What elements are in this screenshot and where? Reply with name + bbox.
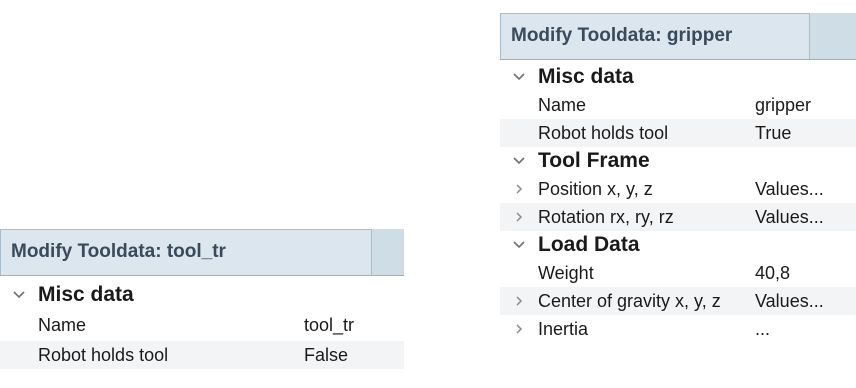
- property-row-center-of-gravity[interactable]: Center of gravity x, y, z Values...: [500, 287, 856, 315]
- chevron-right-icon[interactable]: [512, 203, 526, 231]
- group-load-data[interactable]: Load Data: [500, 231, 856, 259]
- tab-modify-tooldata-tool-tr[interactable]: Modify Tooldata: tool_tr: [0, 229, 372, 275]
- property-row-position[interactable]: Position x, y, z Values...: [500, 175, 856, 203]
- group-misc-data[interactable]: Misc data: [0, 281, 404, 309]
- property-row-weight[interactable]: Weight 40,8: [500, 259, 856, 287]
- tab-bar: Modify Tooldata: gripper: [500, 13, 856, 60]
- property-value[interactable]: False: [304, 341, 348, 369]
- chevron-down-icon[interactable]: [12, 281, 26, 309]
- group-title: Tool Frame: [538, 149, 650, 172]
- chevron-down-icon[interactable]: [512, 231, 526, 259]
- chevron-right-icon[interactable]: [512, 175, 526, 203]
- property-label: Inertia: [538, 319, 589, 339]
- property-label: Position x, y, z: [538, 179, 653, 199]
- tooldata-panel-tool-tr: Modify Tooldata: tool_tr Misc data Name …: [0, 229, 404, 388]
- property-row-name[interactable]: Name tool_tr: [0, 311, 404, 339]
- property-row-inertia[interactable]: Inertia ...: [500, 315, 856, 343]
- property-value[interactable]: 40,8: [755, 259, 790, 287]
- property-value[interactable]: True: [755, 119, 791, 147]
- chevron-down-icon[interactable]: [512, 63, 526, 91]
- property-value[interactable]: Values...: [755, 287, 824, 315]
- property-row-name[interactable]: Name gripper: [500, 91, 856, 119]
- property-label: Robot holds tool: [38, 345, 169, 365]
- group-misc-data[interactable]: Misc data: [500, 63, 856, 91]
- property-label: Center of gravity x, y, z: [538, 291, 721, 311]
- tab-bar: Modify Tooldata: tool_tr: [0, 229, 404, 276]
- group-title: Load Data: [538, 233, 640, 256]
- property-value[interactable]: Values...: [755, 175, 824, 203]
- tab-modify-tooldata-gripper[interactable]: Modify Tooldata: gripper: [500, 13, 810, 59]
- property-row-robot-holds-tool[interactable]: Robot holds tool False: [0, 341, 404, 369]
- property-value[interactable]: tool_tr: [304, 311, 354, 339]
- group-title: Misc data: [538, 65, 634, 88]
- property-label: Name: [538, 95, 587, 115]
- property-label: Rotation rx, ry, rz: [538, 207, 674, 227]
- property-label: Name: [38, 315, 87, 335]
- property-value[interactable]: ...: [755, 315, 770, 343]
- chevron-down-icon[interactable]: [512, 147, 526, 175]
- property-label: Robot holds tool: [538, 123, 669, 143]
- property-label: Weight: [538, 263, 594, 283]
- property-row-rotation[interactable]: Rotation rx, ry, rz Values...: [500, 203, 856, 231]
- property-row-robot-holds-tool[interactable]: Robot holds tool True: [500, 119, 856, 147]
- group-title: Misc data: [38, 283, 134, 306]
- chevron-right-icon[interactable]: [512, 315, 526, 343]
- tooldata-panel-gripper: Modify Tooldata: gripper Misc data Name …: [500, 13, 856, 388]
- property-value[interactable]: gripper: [755, 91, 811, 119]
- chevron-right-icon[interactable]: [512, 287, 526, 315]
- property-value[interactable]: Values...: [755, 203, 824, 231]
- group-tool-frame[interactable]: Tool Frame: [500, 147, 856, 175]
